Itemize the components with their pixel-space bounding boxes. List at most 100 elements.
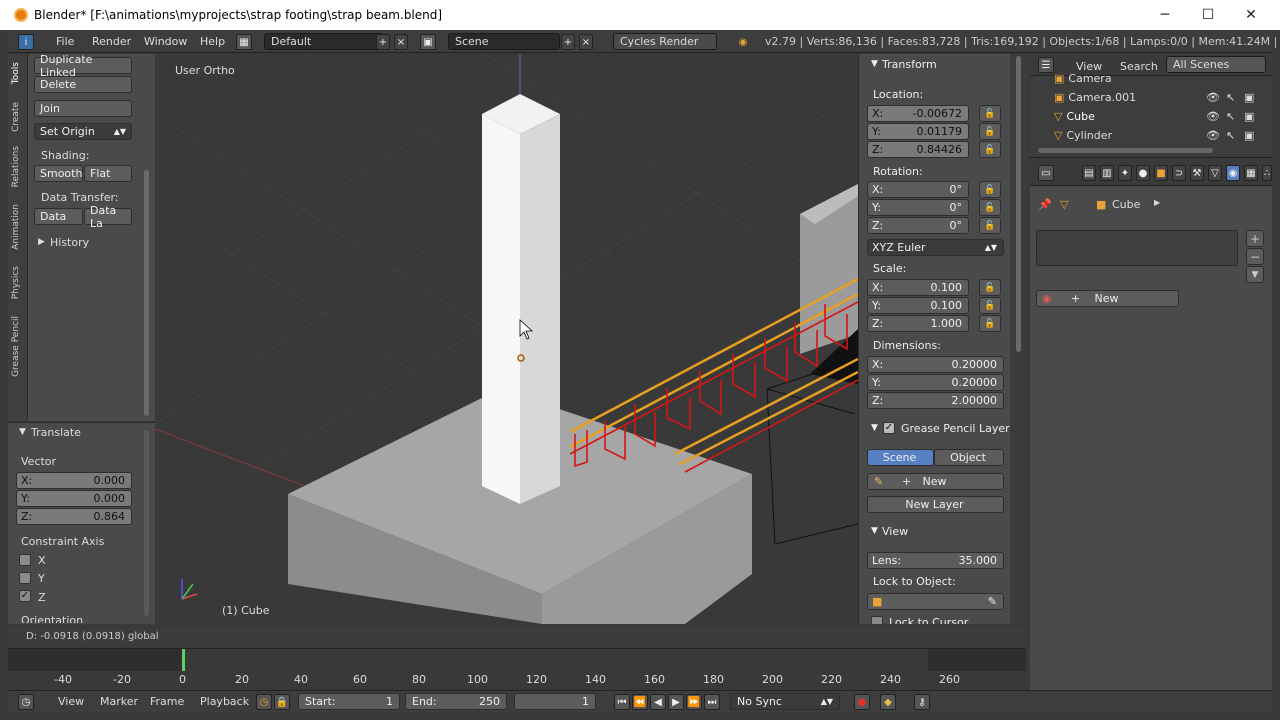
translate-x-field[interactable]: X: 0.000 xyxy=(16,472,132,489)
add-layout-icon[interactable]: + xyxy=(376,34,390,50)
lock-location-z-icon[interactable]: 🔓 xyxy=(979,141,1001,158)
visibility-eye-icon[interactable]: 👁 xyxy=(1206,129,1220,142)
scale-x-field[interactable]: X: 0.100 xyxy=(867,279,969,296)
visibility-eye-icon[interactable]: 👁 xyxy=(1206,91,1220,104)
timeline-view-menu[interactable]: View xyxy=(58,695,84,708)
preview-range-icon[interactable]: ◷ xyxy=(256,694,272,710)
remove-slot-icon[interactable]: − xyxy=(1246,248,1264,265)
select-arrow-icon[interactable]: ↖ xyxy=(1226,129,1235,142)
outliner-row[interactable]: ▣ Camera xyxy=(1030,72,1272,84)
location-z-field[interactable]: Z: 0.84426 xyxy=(867,141,969,158)
lock-rotation-z-icon[interactable]: 🔓 xyxy=(979,217,1001,234)
menu-file[interactable]: File xyxy=(56,35,74,48)
scale-z-field[interactable]: Z: 1.000 xyxy=(867,315,969,332)
select-arrow-icon[interactable]: ↖ xyxy=(1226,110,1235,123)
lock-scale-z-icon[interactable]: 🔓 xyxy=(979,315,1001,332)
remove-layout-icon[interactable]: × xyxy=(394,34,408,50)
render-tab-icon[interactable]: ▤ xyxy=(1082,165,1096,181)
lock-to-cursor-checkbox[interactable] xyxy=(871,616,883,624)
set-origin-dropdown[interactable]: Set Origin ▲▼ xyxy=(34,123,132,140)
material-tab-icon[interactable]: ◉ xyxy=(1226,165,1240,181)
scale-y-field[interactable]: Y: 0.100 xyxy=(867,297,969,314)
keyframe-insert-icon[interactable]: ⚷ xyxy=(914,694,930,710)
lens-field[interactable]: Lens: 35.000 xyxy=(867,552,1004,569)
lock-scale-y-icon[interactable]: 🔓 xyxy=(979,297,1001,314)
dimension-z-field[interactable]: Z: 2.00000 xyxy=(867,392,1004,409)
add-scene-icon[interactable]: + xyxy=(561,34,575,50)
record-keyframe-icon[interactable]: ● xyxy=(854,694,870,710)
rotation-y-field[interactable]: Y: 0° xyxy=(867,199,969,216)
end-frame-field[interactable]: End: 250 xyxy=(405,693,507,710)
render-camera-icon[interactable]: ▣ xyxy=(1244,110,1254,123)
maximize-button[interactable]: ☐ xyxy=(1186,0,1230,30)
constraints-tab-icon[interactable]: ⊃ xyxy=(1172,165,1186,181)
3d-viewport[interactable]: User Ortho (1) Cube xyxy=(155,54,858,624)
dimension-y-field[interactable]: Y: 0.20000 xyxy=(867,374,1004,391)
properties-region-scrollbar[interactable] xyxy=(1016,56,1021,352)
tab-grease-pencil[interactable]: Grease Pencil xyxy=(11,316,21,377)
current-frame-marker[interactable] xyxy=(182,649,185,671)
constraint-z-checkbox[interactable]: ✓ xyxy=(19,590,31,602)
visibility-eye-icon[interactable]: 👁 xyxy=(1206,110,1220,123)
outliner-hscrollbar[interactable] xyxy=(1038,148,1213,153)
duplicate-linked-button[interactable]: Duplicate Linked xyxy=(34,53,132,79)
start-frame-field[interactable]: Start: 1 xyxy=(298,693,400,710)
play-icon[interactable]: ▶ xyxy=(668,694,684,710)
flat-button[interactable]: Flat xyxy=(84,165,132,182)
layers-tab-icon[interactable]: ▥ xyxy=(1100,165,1114,181)
join-button[interactable]: Join xyxy=(34,100,132,117)
operator-scrollbar[interactable] xyxy=(144,430,149,616)
keying-set-icon[interactable]: ◆ xyxy=(880,694,896,710)
texture-tab-icon[interactable]: ▦ xyxy=(1244,165,1258,181)
render-camera-icon[interactable]: ▣ xyxy=(1244,129,1254,142)
properties-editor-icon[interactable]: ▭ xyxy=(1038,165,1054,181)
play-reverse-icon[interactable]: ◀ xyxy=(650,694,666,710)
menu-help[interactable]: Help xyxy=(200,35,225,48)
lock-rotation-x-icon[interactable]: 🔓 xyxy=(979,181,1001,198)
outliner-row[interactable]: ▽ Cube 👁 ↖ ▣ xyxy=(1030,107,1272,125)
timeline-marker-menu[interactable]: Marker xyxy=(100,695,138,708)
new-layer-button[interactable]: New Layer xyxy=(867,496,1004,513)
render-engine-dropdown[interactable]: Cycles Render xyxy=(613,33,717,50)
remove-scene-icon[interactable]: × xyxy=(579,34,593,50)
transform-collapse-icon[interactable]: ▼ xyxy=(871,59,878,69)
lock-range-icon[interactable]: 🔒 xyxy=(274,694,290,710)
delete-button[interactable]: Delete xyxy=(34,76,132,93)
current-frame-field[interactable]: 1 xyxy=(514,693,596,710)
minimize-button[interactable]: ─ xyxy=(1143,0,1187,30)
world-tab-icon[interactable]: ● xyxy=(1136,165,1150,181)
layout-field[interactable]: Default xyxy=(264,33,384,50)
tab-animation[interactable]: Animation xyxy=(11,204,21,250)
gp-new-button[interactable]: ✎ + New xyxy=(867,473,1004,490)
timeline[interactable]: -40 -20 0 20 40 60 80 100 120 140 160 18… xyxy=(8,648,1026,690)
lock-location-y-icon[interactable]: 🔓 xyxy=(979,123,1001,140)
jump-keyframe-back-icon[interactable]: ⏪ xyxy=(632,694,648,710)
outliner-editor-icon[interactable]: ☰ xyxy=(1038,57,1054,73)
data-tab-icon[interactable]: ▽ xyxy=(1208,165,1222,181)
smooth-button[interactable]: Smooth xyxy=(34,165,83,182)
select-arrow-icon[interactable]: ↖ xyxy=(1226,91,1235,104)
history-panel-header[interactable]: History xyxy=(50,236,89,249)
material-slots-list[interactable] xyxy=(1036,230,1238,266)
data-layout-button[interactable]: Data La xyxy=(84,204,132,230)
dimension-x-field[interactable]: X: 0.20000 xyxy=(867,356,1004,373)
jump-end-icon[interactable]: ⏭ xyxy=(704,694,720,710)
operator-collapse-icon[interactable]: ▼ xyxy=(19,427,26,437)
outliner-row[interactable]: ▣ Camera.001 👁 ↖ ▣ xyxy=(1030,88,1272,106)
translate-y-field[interactable]: Y: 0.000 xyxy=(16,490,132,507)
add-slot-icon[interactable]: + xyxy=(1246,230,1264,247)
object-tab-icon[interactable]: ■ xyxy=(1154,165,1168,181)
scene-tab-icon[interactable]: ✦ xyxy=(1118,165,1132,181)
outliner-row[interactable]: ▽ Cylinder 👁 ↖ ▣ xyxy=(1030,126,1272,144)
jump-start-icon[interactable]: ⏮ xyxy=(614,694,630,710)
gp-layers-checkbox[interactable]: ✓ xyxy=(883,422,895,434)
gp-object-button[interactable]: Object xyxy=(934,449,1004,466)
lock-location-x-icon[interactable]: 🔓 xyxy=(979,105,1001,122)
sync-mode-dropdown[interactable]: No Sync ▲▼ xyxy=(730,693,840,710)
close-button[interactable]: ✕ xyxy=(1229,0,1273,30)
screen-layout-icon[interactable]: ▦ xyxy=(236,34,252,50)
timeline-editor-icon[interactable]: ◷ xyxy=(18,694,34,710)
location-x-field[interactable]: X: -0.00672 xyxy=(867,105,969,122)
data-button[interactable]: Data xyxy=(34,208,83,225)
tab-create[interactable]: Create xyxy=(11,102,21,132)
